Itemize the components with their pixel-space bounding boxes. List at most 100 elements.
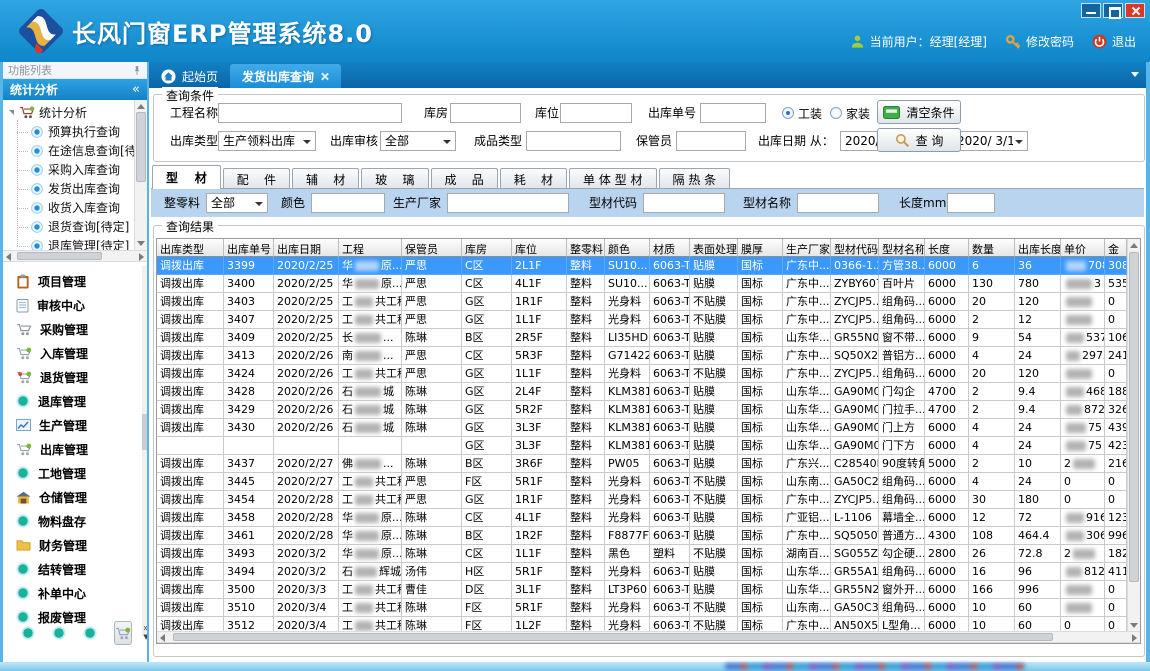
material-tab[interactable]: 成 品 — [431, 168, 498, 189]
table-row[interactable]: G区3L3F整料KLM38176063-T5贴膜国标山东华...GA90M09.… — [157, 437, 1140, 455]
table-row[interactable]: 调拨出库34612020/2/28华原...陈琳B区1R2F整料F8877FT6… — [157, 527, 1140, 545]
radio-home[interactable]: 家装 — [830, 103, 870, 123]
tree-vertical-scrollbar[interactable] — [134, 100, 147, 250]
table-row[interactable]: 调拨出库34032020/2/25工共工程严思G区1R1F整料光身料6063-T… — [157, 293, 1140, 311]
column-header[interactable]: 型材代码 — [831, 239, 879, 257]
column-header[interactable]: 型材名称 — [879, 239, 925, 257]
column-header[interactable]: 出库单号 — [224, 239, 274, 257]
profile-code-input[interactable] — [643, 193, 725, 213]
column-header[interactable]: 膜厚 — [738, 239, 783, 257]
scrollbar-thumb[interactable] — [17, 252, 102, 260]
sidebar-module[interactable]: 生产管理 — [3, 413, 147, 437]
scroll-left-icon[interactable] — [160, 634, 165, 642]
logout-button[interactable]: 退出 — [1092, 33, 1136, 50]
search-button[interactable]: 查 询 — [877, 128, 961, 152]
length-input[interactable] — [947, 193, 995, 213]
table-row[interactable]: 调拨出库34072020/2/25工共工程严思G区1L1F整料光身料6063-T… — [157, 311, 1140, 329]
scroll-right-icon[interactable] — [139, 253, 144, 261]
table-row[interactable]: 调拨出库34092020/2/25长...陈琳B区2R5F整料LI35HD606… — [157, 329, 1140, 347]
scroll-right-icon[interactable] — [1132, 634, 1137, 642]
tab-list-dropdown-icon[interactable] — [1131, 72, 1139, 77]
tab-page[interactable]: 起始页 — [149, 64, 230, 88]
column-header[interactable]: 数量 — [969, 239, 1015, 257]
column-header[interactable]: 工程 — [339, 239, 402, 257]
table-row[interactable]: 调拨出库34242020/2/26工共工程严思G区1L1F整料光身料6063-T… — [157, 365, 1140, 383]
keeper-input[interactable] — [676, 131, 746, 151]
sidebar-module[interactable]: 退货管理 — [3, 365, 147, 389]
scrollbar-thumb[interactable] — [173, 633, 1053, 641]
material-tab[interactable]: 单 体 型 材 — [569, 168, 656, 189]
sidebar-section-header[interactable]: 统计分析 « — [3, 79, 147, 100]
table-row[interactable]: 调拨出库34932020/3/2华原...陈琳C区1L1F整料黑色塑料不贴膜国标… — [157, 545, 1140, 563]
order-number-input[interactable] — [700, 103, 766, 123]
sidebar-module[interactable]: 入库管理 — [3, 341, 147, 365]
sidebar-module[interactable]: 审核中心 — [3, 293, 147, 317]
column-header[interactable]: 生产厂家 — [783, 239, 831, 257]
change-password-button[interactable]: 修改密码 — [1005, 33, 1074, 50]
tree-item[interactable]: 在途信息查询[待 — [3, 141, 134, 160]
tree-item[interactable]: 采购入库查询 — [3, 160, 134, 179]
column-header[interactable]: 长度 — [925, 239, 969, 257]
tree-item[interactable]: 收货入库查询 — [3, 198, 134, 217]
radio-industrial[interactable]: 工装 — [782, 103, 822, 123]
sidebar-module[interactable]: 采购管理 — [3, 317, 147, 341]
tree-item[interactable]: 预算执行查询 — [3, 122, 134, 141]
tab-close-icon[interactable] — [320, 72, 329, 81]
module-shortcut-icon[interactable] — [52, 626, 66, 640]
table-row[interactable]: 调拨出库34302020/2/26石城陈琳G区3L3F整料KLM38176063… — [157, 419, 1140, 437]
manufacturer-input[interactable] — [447, 193, 569, 213]
table-row[interactable]: 调拨出库35002020/3/3工共工程曹佳D区3L1F整料LT3P606063… — [157, 581, 1140, 599]
sidebar-module[interactable]: 结转管理 — [3, 557, 147, 581]
outbound-type-select[interactable]: 生产领料出库 — [218, 131, 316, 151]
column-header[interactable]: 单价 — [1061, 239, 1105, 257]
column-header[interactable]: 库位 — [512, 239, 567, 257]
table-row[interactable]: 调拨出库34452020/2/27工共工程严思F区5R1F整料光身料6063-T… — [157, 473, 1140, 491]
table-row[interactable]: 调拨出库34282020/2/26石城陈琳G区2L4F整料KLM38176063… — [157, 383, 1140, 401]
tree-root-statistics[interactable]: 统计分析 — [3, 102, 134, 122]
material-tab[interactable]: 隔 热 条 — [659, 168, 731, 189]
material-tab[interactable]: 型 材 — [152, 165, 221, 189]
table-row[interactable]: 调拨出库35102020/3/4工共工程陈琳F区5R1F整料光身料6063-T5… — [157, 599, 1140, 617]
sidebar-module[interactable]: 补单中心 — [3, 581, 147, 605]
column-header[interactable]: 出库类型 — [157, 239, 224, 257]
project-name-input[interactable] — [218, 103, 402, 123]
column-header[interactable]: 出库长度 — [1015, 239, 1061, 257]
sidebar-module[interactable]: 工地管理 — [3, 461, 147, 485]
collapse-icon[interactable]: « — [132, 82, 140, 97]
table-row[interactable]: 调拨出库34372020/2/27佛...陈琳B区3R6F整料PW056063-… — [157, 455, 1140, 473]
sidebar-module[interactable]: 仓储管理 — [3, 485, 147, 509]
scroll-up-icon[interactable] — [137, 104, 145, 109]
cart-toolbar-button[interactable] — [114, 621, 132, 645]
color-input[interactable] — [311, 193, 385, 213]
module-shortcut-icon[interactable] — [21, 626, 35, 640]
maximize-button[interactable] — [1103, 3, 1123, 18]
audit-select[interactable]: 全部 — [380, 131, 456, 151]
table-row[interactable]: 调拨出库33992020/2/25华原...严思C区2L1F整料SU10...6… — [157, 257, 1140, 275]
sidebar-module[interactable]: 财务管理 — [3, 533, 147, 557]
tree-item[interactable]: 退货查询[待定] — [3, 217, 134, 236]
table-row[interactable]: 调拨出库34132020/2/26南...严思C区5R3F整料G71422606… — [157, 347, 1140, 365]
close-button[interactable] — [1125, 3, 1145, 18]
table-row[interactable]: 调拨出库34942020/3/2石辉城汤伟H区5R1F整料光身料6063-T5贴… — [157, 563, 1140, 581]
table-row[interactable]: 调拨出库34292020/2/26石城陈琳G区5R2F整料KLM38176063… — [157, 401, 1140, 419]
column-header[interactable]: 库房 — [462, 239, 512, 257]
location-input[interactable] — [560, 103, 632, 123]
scrollbar-thumb[interactable] — [1129, 252, 1139, 582]
tree-expander-icon[interactable] — [9, 110, 14, 115]
scroll-left-icon[interactable] — [6, 253, 11, 261]
scrollbar-thumb[interactable] — [136, 112, 146, 182]
sidebar-module[interactable]: 物料盘存 — [3, 509, 147, 533]
column-header[interactable]: 金 — [1105, 239, 1127, 257]
column-header[interactable]: 出库日期 — [274, 239, 339, 257]
sidebar-module[interactable]: 退库管理 — [3, 389, 147, 413]
scroll-down-icon[interactable] — [137, 241, 145, 246]
table-vertical-scrollbar[interactable] — [1127, 239, 1140, 632]
material-tab[interactable]: 耗 材 — [500, 168, 567, 189]
table-row[interactable]: 调拨出库34542020/2/28工共工程严思G区1R1F整料光身料6063-T… — [157, 491, 1140, 509]
scroll-up-icon[interactable] — [1130, 243, 1138, 248]
pin-icon[interactable] — [132, 65, 142, 76]
table-row[interactable]: 调拨出库34002020/2/25华原...严思C区4L1F整料SU10...6… — [157, 275, 1140, 293]
column-header[interactable]: 材质 — [650, 239, 690, 257]
table-horizontal-scrollbar[interactable] — [157, 631, 1140, 643]
scroll-down-icon[interactable] — [1130, 623, 1138, 628]
